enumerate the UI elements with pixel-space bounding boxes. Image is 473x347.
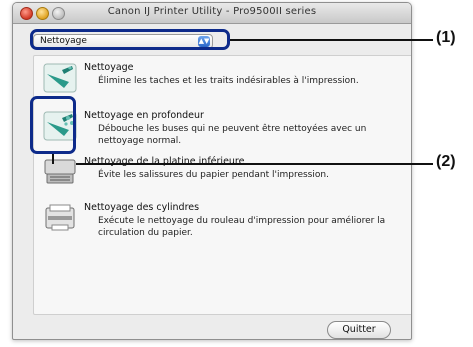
roller-cleaning-description: Exécute le nettoyage du rouleau d'impres… <box>98 216 386 238</box>
cleaning-icon[interactable] <box>42 62 78 94</box>
deep-cleaning-title: Nettoyage en profondeur <box>84 110 204 121</box>
callout-2-leader-line <box>76 163 433 165</box>
callout-1-highlight <box>30 29 230 50</box>
roller-cleaning-icon[interactable] <box>42 202 78 234</box>
maintenance-panel: Nettoyage Élimine les taches et les trai… <box>33 55 411 315</box>
title-bar: Canon IJ Printer Utility - Pro9500II ser… <box>13 3 411 24</box>
cleaning-description: Élimine les taches et les traits indésir… <box>98 76 359 86</box>
deep-cleaning-description: Débouche les buses qui ne peuvent être n… <box>98 124 367 146</box>
cleaning-title: Nettoyage <box>84 62 134 73</box>
quit-button[interactable]: Quitter <box>327 321 391 339</box>
roller-cleaning-title: Nettoyage des cylindres <box>84 202 200 213</box>
bottom-plate-cleaning-title: Nettoyage de la platine inférieure <box>84 156 245 167</box>
bottom-plate-cleaning-description: Évite les salissures du papier pendant l… <box>98 170 329 180</box>
callout-1-label: (1) <box>436 29 456 46</box>
callout-2-highlight <box>30 96 76 154</box>
bottom-plate-cleaning-icon[interactable] <box>42 156 78 188</box>
window-title: Canon IJ Printer Utility - Pro9500II ser… <box>107 6 317 17</box>
printer-utility-window: Canon IJ Printer Utility - Pro9500II ser… <box>12 2 412 340</box>
callout-2-label: (2) <box>436 153 456 170</box>
callout-2-leader-stem <box>52 154 54 164</box>
callout-1-leader-line <box>230 39 433 41</box>
